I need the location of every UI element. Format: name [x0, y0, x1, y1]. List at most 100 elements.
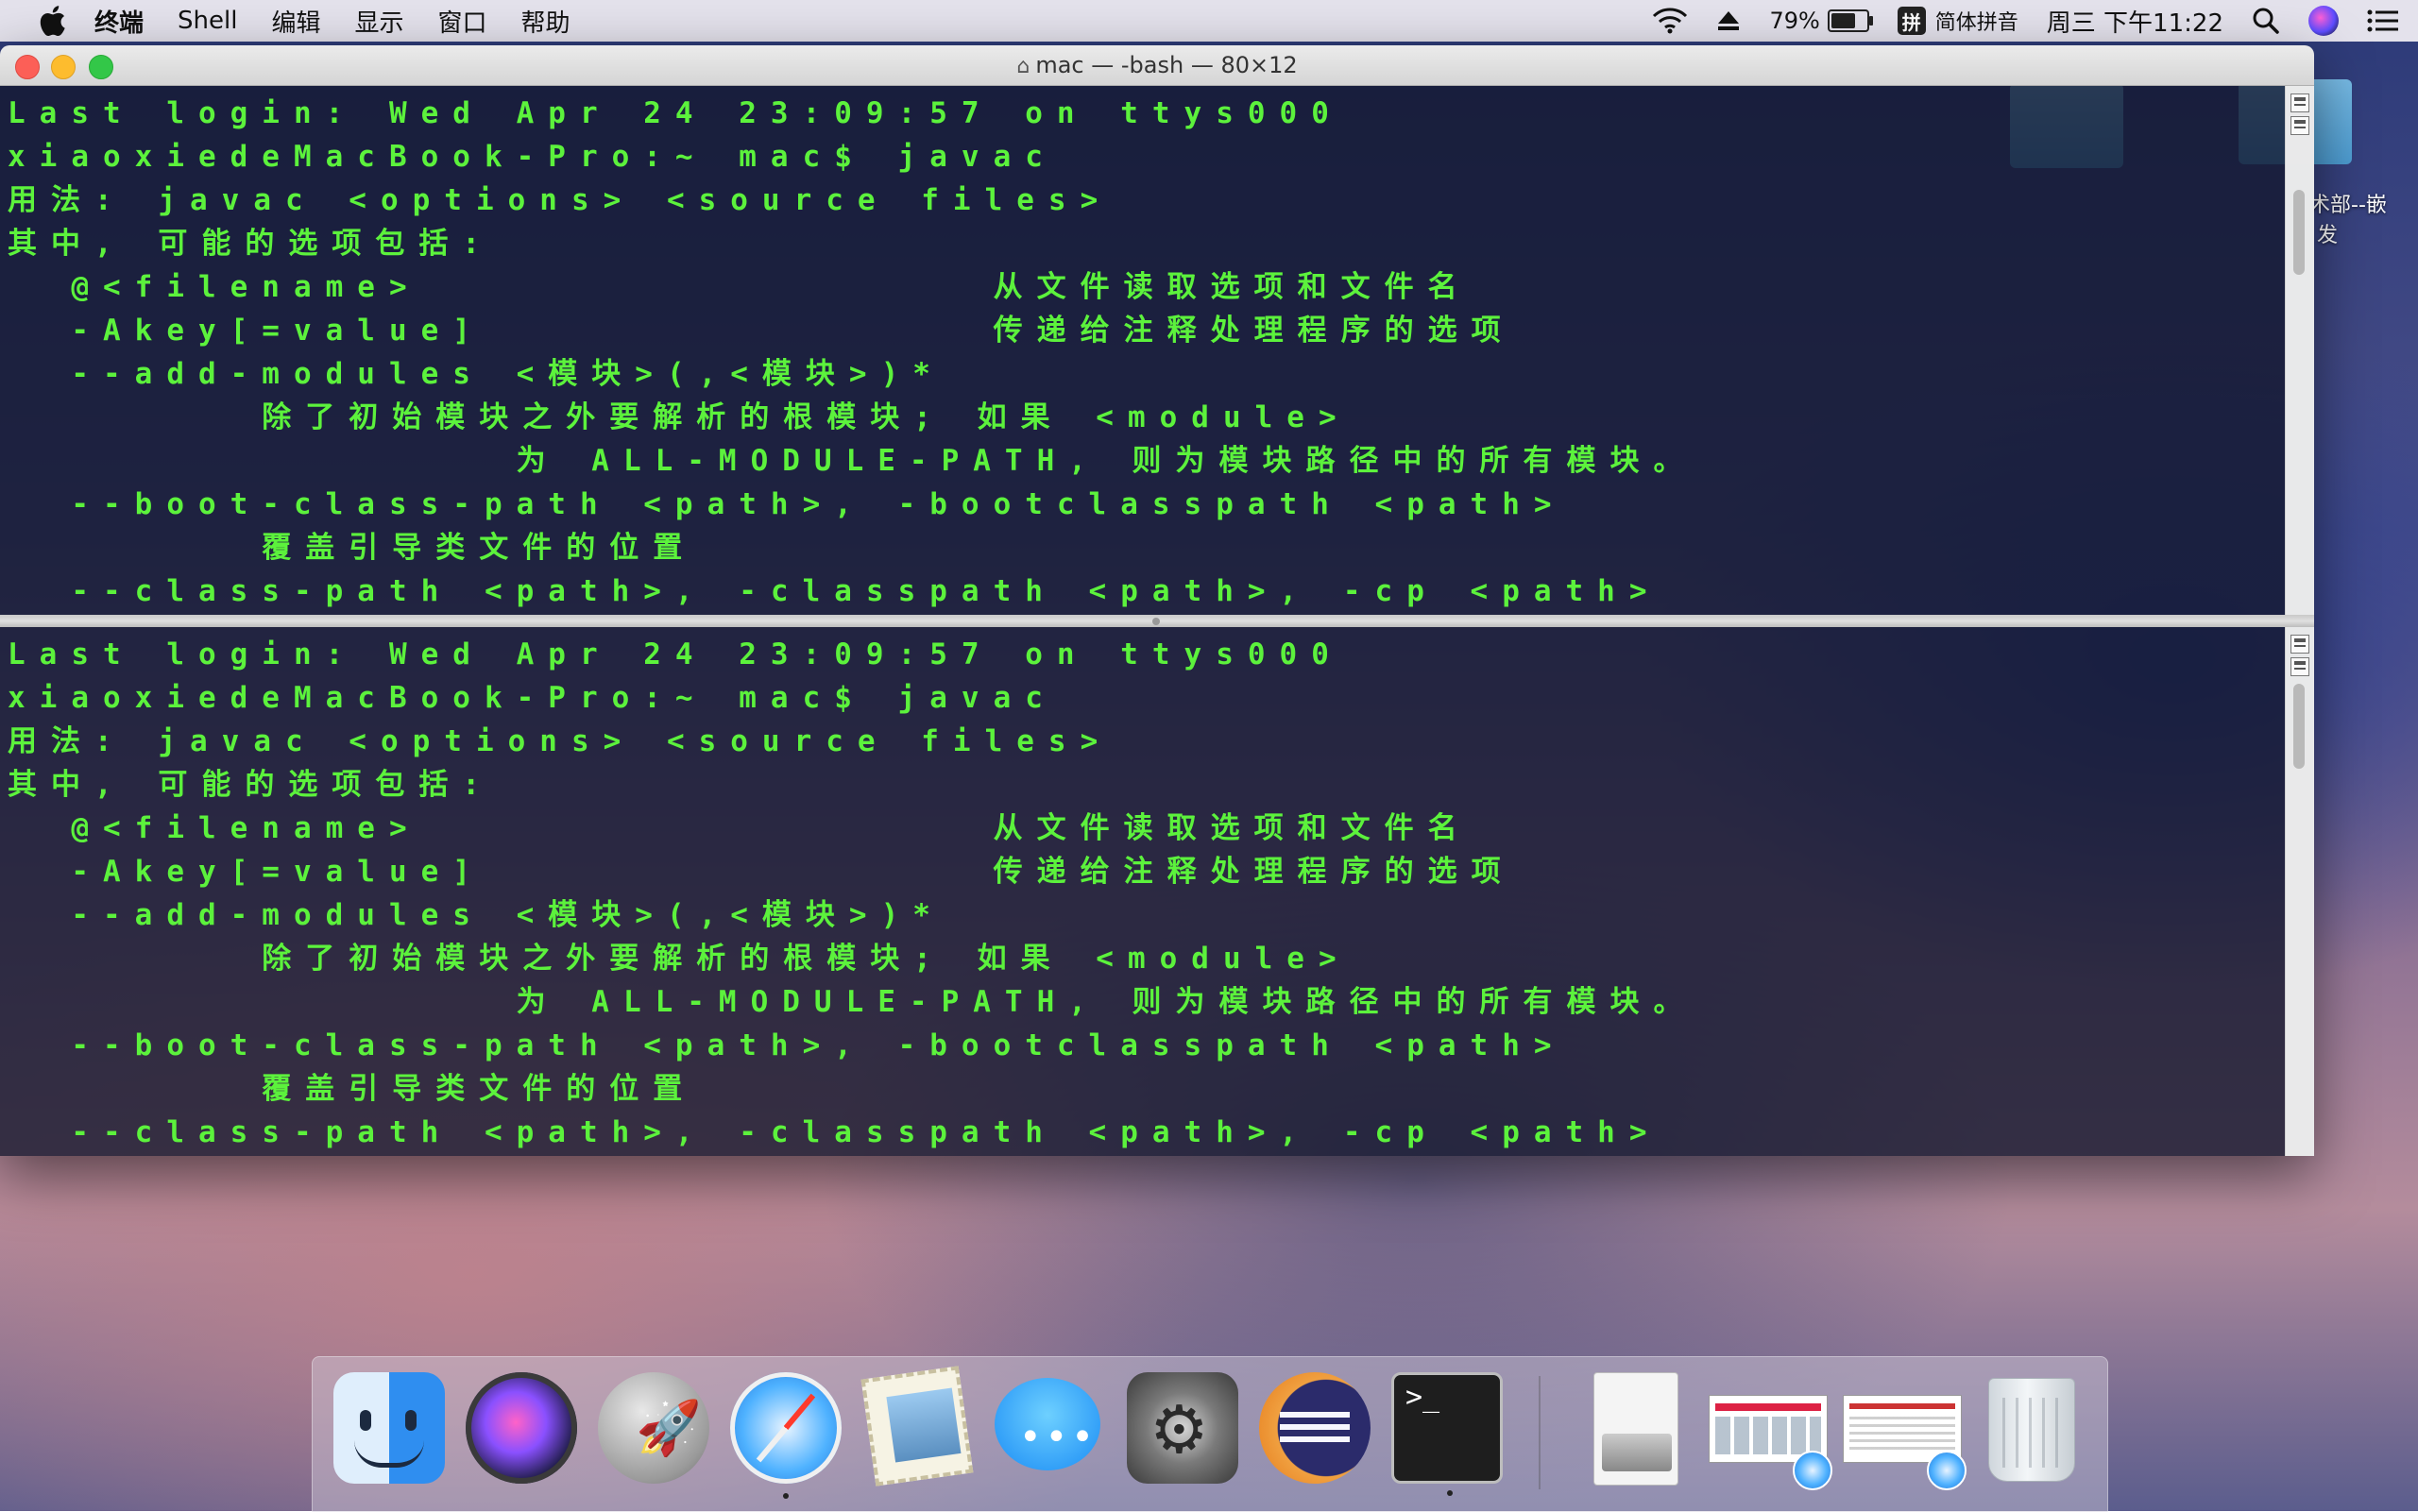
- terminal-line: Last login: Wed Apr 24 23:09:57 on ttys0…: [8, 96, 1343, 130]
- menu-app-name[interactable]: 终端: [94, 4, 144, 39]
- safari-window-thumbnail-icon[interactable]: [1709, 1395, 1832, 1490]
- running-indicator: [783, 1493, 789, 1499]
- eject-icon[interactable]: [1716, 9, 1741, 32]
- menu-view[interactable]: 显示: [354, 4, 403, 39]
- input-method-icon: 拼: [1897, 7, 1926, 35]
- terminal-line: 用法: javac <options> <source files>: [8, 183, 1113, 217]
- scroll-thumb[interactable]: [2293, 190, 2305, 275]
- terminal-line: --class-path <path>, -classpath <path>, …: [8, 1115, 1661, 1149]
- desktop-folder-label[interactable]: 术部--嵌 发: [2309, 191, 2413, 251]
- compass-needle: [756, 1393, 816, 1463]
- trash-lines: [2002, 1398, 2061, 1468]
- apple-menu-icon[interactable]: [38, 5, 66, 37]
- terminal-output: Last login: Wed Apr 24 23:09:57 on ttys0…: [8, 633, 1697, 1154]
- terminal-line: 除了初始模块之外要解析的根模块; 如果 <module>: [8, 942, 1351, 976]
- mail-stamp-eagle: [886, 1387, 962, 1463]
- terminal-line: xiaoxiedeMacBook-Pro:~ mac$ javac: [8, 681, 1057, 715]
- terminal-line: 其中, 可能的选项包括:: [8, 768, 494, 802]
- safari-badge-icon: [1793, 1451, 1832, 1490]
- terminal-line: 其中, 可能的选项包括:: [8, 227, 494, 261]
- menu-help[interactable]: 帮助: [521, 4, 570, 39]
- close-split-icon[interactable]: [2290, 657, 2309, 676]
- divider-handle-icon[interactable]: [1152, 618, 1160, 625]
- pane-scrollbar[interactable]: [2285, 86, 2314, 615]
- eclipse-icon[interactable]: [1259, 1372, 1371, 1484]
- finder-smile: [354, 1440, 424, 1468]
- terminal-line: 为 ALL-MODULE-PATH, 则为模块路径中的所有模块。: [8, 985, 1697, 1019]
- menu-shell[interactable]: Shell: [178, 7, 237, 35]
- safari-window-thumbnail-icon[interactable]: [1843, 1395, 1967, 1490]
- trash-icon[interactable]: [1988, 1378, 2075, 1482]
- document-stack-icon[interactable]: [1593, 1372, 1678, 1486]
- menu-edit[interactable]: 编辑: [271, 4, 320, 39]
- home-folder-icon: ⌂: [1016, 55, 1030, 78]
- scroll-thumb[interactable]: [2293, 684, 2305, 769]
- dock-separator: [1539, 1376, 1541, 1489]
- launchpad-icon[interactable]: 🚀: [598, 1372, 709, 1484]
- split-divider[interactable]: [0, 615, 2314, 627]
- siri-icon[interactable]: [466, 1372, 577, 1484]
- notification-center-icon[interactable]: [2367, 8, 2399, 33]
- menu-window[interactable]: 窗口: [437, 4, 486, 39]
- finder-eye: [405, 1410, 417, 1431]
- desktop-folder-label-line: 发: [2317, 224, 2339, 247]
- close-split-icon[interactable]: [2290, 116, 2309, 135]
- spotlight-search-icon[interactable]: [2252, 7, 2280, 35]
- eclipse-bars: [1280, 1412, 1350, 1446]
- terminal-output: Last login: Wed Apr 24 23:09:57 on ttys0…: [8, 92, 1697, 613]
- dock: 🚀 ••• ⚙ >_: [312, 1356, 2108, 1512]
- gear-icon: ⚙: [1149, 1391, 1209, 1469]
- battery-status[interactable]: 79%: [1769, 8, 1873, 34]
- safari-badge-icon: [1927, 1451, 1967, 1490]
- rocket-icon: 🚀: [636, 1398, 702, 1459]
- terminal-line: --add-modules <模块>(,<模块>)*: [8, 357, 945, 391]
- pane-scrollbar[interactable]: [2285, 627, 2314, 1156]
- terminal-line: 覆盖引导类文件的位置: [8, 1072, 697, 1106]
- thumbnail-content: [1849, 1417, 1955, 1454]
- messages-icon[interactable]: •••: [995, 1378, 1100, 1470]
- running-indicator: [1447, 1490, 1453, 1496]
- terminal-line: --add-modules <模块>(,<模块>)*: [8, 898, 945, 932]
- thumbnail-header: [1849, 1403, 1955, 1409]
- battery-percent: 79%: [1769, 8, 1820, 34]
- terminal-window: ⌂ mac — -bash — 80×12 Last login: Wed Apr…: [0, 45, 2314, 1156]
- menu-bar: 终端 Shell 编辑 显示 窗口 帮助 79% 拼 简体拼音 周三 下午11:…: [0, 0, 2418, 42]
- thumbnail-header: [1715, 1403, 1821, 1411]
- battery-fill: [1831, 13, 1855, 28]
- terminal-line: --class-path <path>, -classpath <path>, …: [8, 574, 1661, 608]
- terminal-line: 除了初始模块之外要解析的根模块; 如果 <module>: [8, 400, 1351, 434]
- battery-icon: [1827, 9, 1873, 32]
- terminal-line: -Akey[=value] 传递给注释处理程序的选项: [8, 314, 1515, 348]
- window-title-text: mac — -bash — 80×12: [1035, 52, 1298, 78]
- terminal-pane-top[interactable]: Last login: Wed Apr 24 23:09:57 on ttys0…: [0, 86, 2314, 615]
- desktop-folder-label-line: 术部--嵌: [2309, 194, 2387, 217]
- window-title: ⌂ mac — -bash — 80×12: [0, 45, 2314, 85]
- terminal-line: --boot-class-path <path>, -bootclasspath…: [8, 1028, 1566, 1062]
- system-preferences-icon[interactable]: ⚙: [1127, 1372, 1238, 1484]
- drive-icon: [1602, 1434, 1672, 1471]
- terminal-line: @<filename> 从文件读取选项和文件名: [8, 270, 1472, 304]
- wifi-icon[interactable]: [1652, 8, 1688, 34]
- terminal-line: -Akey[=value] 传递给注释处理程序的选项: [8, 855, 1515, 889]
- menu-clock[interactable]: 周三 下午11:22: [2047, 4, 2223, 39]
- siri-menu-icon[interactable]: [2308, 6, 2339, 36]
- terminal-line: 用法: javac <options> <source files>: [8, 724, 1113, 758]
- split-pane-icon[interactable]: [2290, 635, 2309, 654]
- window-titlebar[interactable]: ⌂ mac — -bash — 80×12: [0, 45, 2314, 86]
- terminal-pane-bottom[interactable]: Last login: Wed Apr 24 23:09:57 on ttys0…: [0, 627, 2314, 1156]
- terminal-icon[interactable]: >_: [1391, 1372, 1503, 1496]
- terminal-line: --boot-class-path <path>, -bootclasspath…: [8, 487, 1566, 521]
- terminal-line: Last login: Wed Apr 24 23:09:57 on ttys0…: [8, 637, 1343, 671]
- thumbnail-content: [1715, 1417, 1821, 1454]
- mail-icon[interactable]: [860, 1366, 974, 1487]
- finder-eye: [360, 1410, 371, 1431]
- safari-icon[interactable]: [730, 1372, 842, 1499]
- input-method-menu[interactable]: 拼 简体拼音: [1897, 6, 2018, 36]
- input-method-label: 简体拼音: [1934, 11, 2018, 35]
- terminal-line: xiaoxiedeMacBook-Pro:~ mac$ javac: [8, 140, 1057, 174]
- terminal-line: @<filename> 从文件读取选项和文件名: [8, 811, 1472, 845]
- terminal-line: 覆盖引导类文件的位置: [8, 531, 697, 565]
- finder-icon[interactable]: [333, 1372, 445, 1484]
- message-dots: •••: [1019, 1416, 1098, 1459]
- split-pane-icon[interactable]: [2290, 93, 2309, 112]
